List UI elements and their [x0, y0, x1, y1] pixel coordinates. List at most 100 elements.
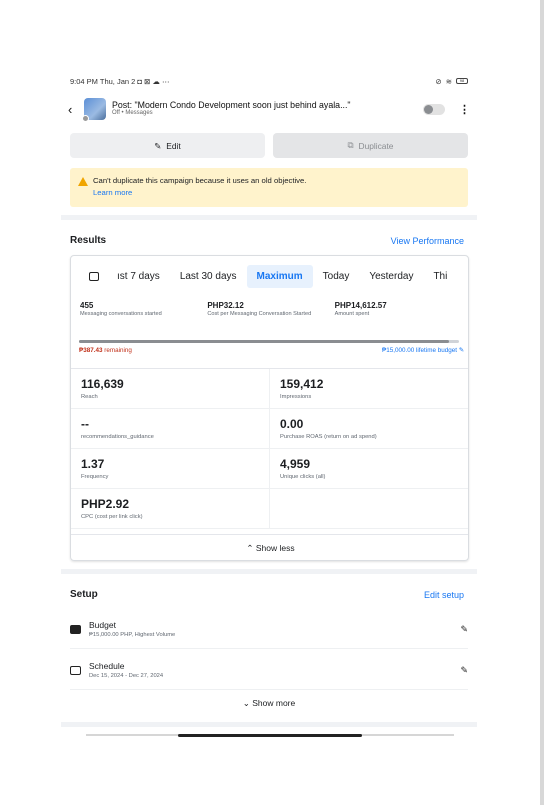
metric-label: Unique clicks (all): [280, 474, 326, 480]
metric-value: PHP14,612.57: [334, 301, 387, 310]
metric-unique-clicks[interactable]: 4,959 Unique clicks (all): [270, 449, 468, 489]
setup-item-text: Budget ₱15,000.00 PHP, Highest Volume: [89, 620, 460, 638]
chevron-up-icon: ⌃: [246, 543, 254, 553]
section-divider: [61, 569, 477, 574]
status-time-group: 9:04 PM Thu, Jan 2 ◘ ⊠ ☁ ⋯: [70, 77, 170, 86]
mute-icon: ⊘: [435, 76, 442, 86]
metric-label: recommendations_guidance: [81, 434, 154, 440]
metric-label: Messaging conversations started: [80, 311, 162, 317]
tab-this-period[interactable]: Thi: [423, 265, 457, 288]
budget-row: ₱387.43 remaining ₱15,000.00 lifetime bu…: [79, 347, 464, 354]
setup-item-subtitle: ₱15,000.00 PHP, Highest Volume: [89, 632, 176, 638]
setup-item-subtitle: Dec 15, 2024 - Dec 27, 2024: [89, 673, 164, 679]
show-more-button[interactable]: ⌄ Show more: [70, 698, 468, 709]
duplicate-button[interactable]: ⧉ Duplicate: [273, 133, 468, 158]
top-metrics: 455 Messaging conversations started PHP3…: [80, 301, 462, 318]
metric-purchase-roas[interactable]: 0.00 Purchase ROAS (return on ad spend): [270, 409, 468, 449]
scrollbar-rail[interactable]: [540, 0, 544, 805]
metric-cpc[interactable]: PHP2.92 CPC (cost per link click): [71, 489, 270, 529]
metric-label: Reach: [81, 394, 98, 400]
warning-message: Can't duplicate this campaign because it…: [93, 176, 307, 185]
date-range-tabs: ıst 7 days Last 30 days Maximum Today Ye…: [71, 262, 468, 290]
setup-item-budget[interactable]: Budget ₱15,000.00 PHP, Highest Volume ✎: [70, 615, 468, 643]
divider: [70, 648, 468, 649]
budget-progress-fill: [79, 340, 450, 343]
tab-today[interactable]: Today: [313, 265, 360, 288]
setup-item-text: Schedule Dec 15, 2024 - Dec 27, 2024: [89, 661, 460, 679]
back-arrow-icon[interactable]: ‹: [68, 102, 84, 117]
metric-value: 4,959: [280, 457, 311, 471]
metric-value: 116,639: [81, 377, 124, 391]
metric-recommendations[interactable]: -- recommendations_guidance: [71, 409, 270, 449]
metric-label: Purchase ROAS (return on ad spend): [280, 434, 377, 440]
action-buttons: ✎ Edit ⧉ Duplicate: [70, 133, 468, 158]
lifetime-budget-text: ₱15,000.00 lifetime budget: [382, 347, 457, 354]
metric-reach[interactable]: 116,639 Reach: [71, 369, 270, 409]
metric-label: Frequency: [81, 474, 109, 480]
duplicate-button-label: Duplicate: [358, 140, 394, 151]
metric-impressions[interactable]: 159,412 Impressions: [270, 369, 468, 409]
duplicate-icon: ⧉: [347, 140, 354, 150]
metric-label: Cost per Messaging Conversation Started: [207, 311, 312, 317]
metric-value: 159,412: [280, 377, 324, 391]
setup-item-schedule[interactable]: Schedule Dec 15, 2024 - Dec 27, 2024 ✎: [70, 656, 468, 684]
view-performance-link[interactable]: View Performance: [391, 236, 464, 246]
toggle-knob: [424, 104, 433, 114]
metric-value: 0.00: [280, 417, 304, 431]
results-card: ıst 7 days Last 30 days Maximum Today Ye…: [70, 255, 469, 561]
metric-label: Amount spent: [334, 311, 370, 317]
tab-last-30-days[interactable]: Last 30 days: [170, 265, 247, 288]
calendar-icon[interactable]: [89, 271, 99, 281]
tab-maximum[interactable]: Maximum: [246, 264, 313, 288]
show-more-label: Show more: [252, 698, 296, 708]
more-options-icon[interactable]: ⋮: [459, 103, 470, 116]
chevron-down-icon: ⌄: [242, 698, 250, 708]
edit-button-label: Edit: [166, 140, 181, 151]
status-icons: ⊘ ≋ 98: [435, 77, 468, 86]
campaign-toggle[interactable]: [423, 103, 445, 115]
campaign-header: ‹ Post: "Modern Condo Development soon j…: [68, 96, 470, 122]
pencil-icon[interactable]: ✎: [460, 665, 468, 676]
campaign-title: Post: "Modern Condo Development soon jus…: [112, 100, 351, 111]
show-less-label: Show less: [255, 543, 295, 553]
results-title: Results: [70, 235, 107, 246]
metric-value: --: [81, 417, 89, 431]
campaign-subtitle: Off • Messages: [112, 110, 153, 117]
tab-last-7-days[interactable]: ıst 7 days: [107, 265, 170, 288]
wifi-icon: ≋: [445, 76, 452, 86]
metric-value: 455: [80, 301, 94, 310]
navigation-bar: [86, 733, 454, 737]
metric-cost-per-conversation: PHP32.12 Cost per Messaging Conversation…: [207, 301, 334, 318]
metric-conversations: 455 Messaging conversations started: [80, 301, 207, 318]
lifetime-budget-link[interactable]: ₱15,000.00 lifetime budget ✎: [382, 347, 464, 354]
edit-setup-link[interactable]: Edit setup: [424, 590, 464, 600]
status-dot-icon: [82, 115, 89, 122]
metric-empty: [270, 489, 468, 529]
battery-icon: 98: [456, 78, 468, 84]
metric-frequency[interactable]: 1.37 Frequency: [71, 449, 270, 489]
warning-text-block: Can't duplicate this campaign because it…: [93, 176, 306, 207]
status-time-date: 9:04 PM Thu, Jan 2: [70, 76, 136, 86]
metric-label: Impressions: [280, 394, 312, 400]
remaining-amount: ₱387.43: [79, 347, 103, 354]
section-divider: [61, 722, 477, 727]
pencil-icon: ✎: [458, 347, 464, 354]
credit-card-icon: [70, 624, 81, 634]
pencil-icon: ✎: [154, 140, 162, 151]
metric-amount-spent: PHP14,612.57 Amount spent: [335, 301, 462, 318]
metric-value: PHP2.92: [81, 497, 130, 511]
home-indicator[interactable]: [178, 733, 362, 737]
grid-row: 1.37 Frequency 4,959 Unique clicks (all): [71, 449, 468, 489]
calendar-icon: [70, 665, 81, 675]
status-notification-icons: ◘ ⊠ ☁ ⋯: [137, 76, 170, 86]
metric-label: CPC (cost per link click): [81, 514, 143, 520]
pencil-icon[interactable]: ✎: [460, 624, 468, 635]
status-bar: 9:04 PM Thu, Jan 2 ◘ ⊠ ☁ ⋯ ⊘ ≋ 98: [70, 75, 468, 87]
tab-yesterday[interactable]: Yesterday: [359, 265, 423, 288]
show-less-button[interactable]: ⌃ Show less: [71, 534, 468, 560]
metrics-grid: 116,639 Reach 159,412 Impressions -- rec…: [71, 368, 468, 529]
metric-value: 1.37: [81, 457, 105, 471]
budget-progress-bar: [79, 340, 459, 343]
learn-more-link[interactable]: Learn more: [93, 188, 306, 197]
edit-button[interactable]: ✎ Edit: [70, 133, 265, 158]
